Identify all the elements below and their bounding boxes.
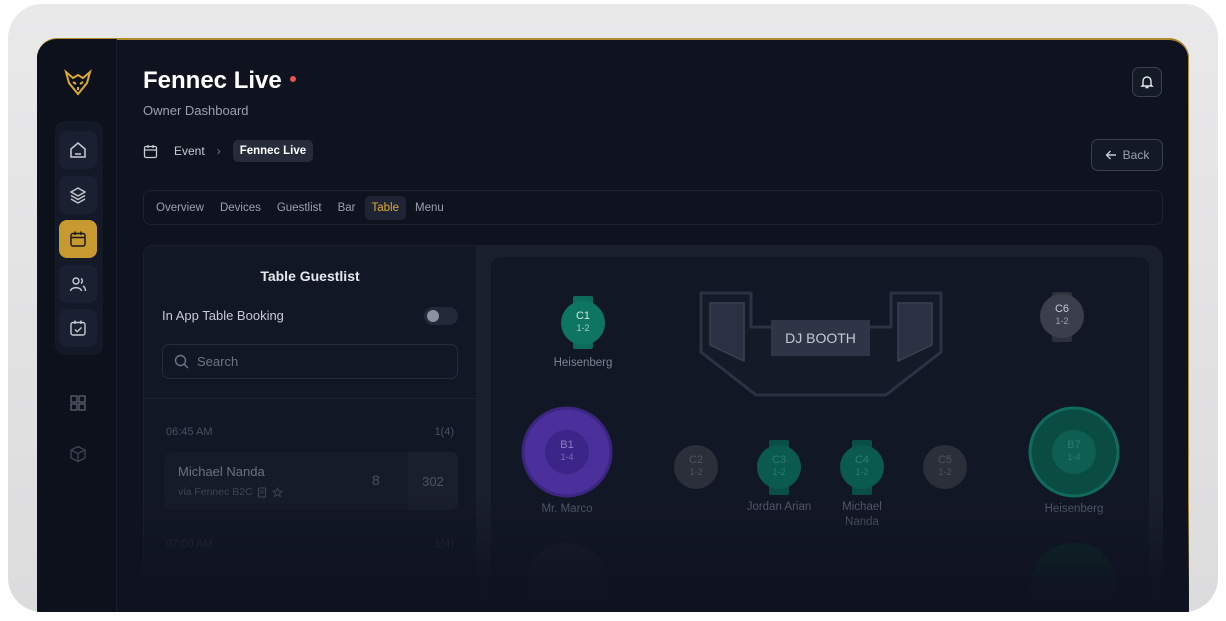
group-time: 07:00 AM <box>166 538 213 550</box>
users-icon <box>69 277 87 292</box>
page-subtitle: Owner Dashboard <box>143 103 249 118</box>
sidebar-item-events[interactable] <box>59 220 97 258</box>
group-time: 06:45 AM <box>166 426 213 438</box>
sidebar-item-users[interactable] <box>59 265 97 303</box>
back-label: Back <box>1122 148 1150 162</box>
guest-table-number: 302 <box>408 452 458 510</box>
table-id: C1 <box>575 310 591 322</box>
table-capacity: 1-2 <box>1055 316 1069 326</box>
back-button[interactable]: Back <box>1091 139 1163 171</box>
tab-table[interactable]: Table <box>364 195 406 220</box>
calendar-icon <box>70 231 86 247</box>
tab-devices[interactable]: Devices <box>213 196 268 220</box>
fennec-logo-icon <box>64 69 92 96</box>
time-group-header: 06:45 AM 1(4) <box>166 426 454 438</box>
table-partial <box>1030 543 1118 602</box>
live-indicator <box>289 75 296 82</box>
dj-booth-label: DJ BOOTH <box>785 330 856 346</box>
search-field[interactable]: Search <box>162 344 458 379</box>
table-partial <box>523 543 611 602</box>
table-guest: Heisenberg <box>553 357 613 369</box>
time-group-header: 07:00 AM 1(4) <box>166 538 454 550</box>
calendar-check-icon <box>70 320 86 336</box>
table-id: C6 <box>1054 303 1070 315</box>
chevron-right-icon: › <box>216 144 221 158</box>
page-title-text: Fennec Live <box>143 67 282 94</box>
table-guest: Michael Nanda <box>842 501 882 528</box>
group-count: 1(4) <box>434 426 454 438</box>
page-title: Fennec Live <box>143 67 296 95</box>
calendar-icon <box>143 144 158 158</box>
guest-count: 8 <box>372 472 380 488</box>
table-id: B1 <box>560 439 574 451</box>
search-icon <box>174 354 189 369</box>
layers-icon <box>69 187 87 204</box>
table-guest: Jordan Arian <box>746 501 812 513</box>
table-id: C4 <box>854 454 870 466</box>
cube-icon <box>70 445 86 463</box>
search-placeholder: Search <box>197 354 239 369</box>
arrow-left-icon <box>1105 150 1116 160</box>
breadcrumb-event[interactable]: Event <box>174 144 205 158</box>
table-id: C3 <box>771 454 787 466</box>
table-capacity: 1-4 <box>560 452 574 462</box>
table-id: C2 <box>688 454 704 466</box>
grid-icon <box>70 395 86 411</box>
floor-plan: DJ BOOTH C1 1-2 Heisenberg C6 1-2 B1 1-4… <box>491 257 1149 602</box>
app-window: Fennec Live Owner Dashboard Event › Fenn… <box>37 38 1189 612</box>
sidebar-nav-group <box>55 121 103 355</box>
tab-menu[interactable]: Menu <box>408 196 451 220</box>
table-guest: Mr. Marco <box>541 503 593 515</box>
table-guestlist-panel: Table Guestlist In App Table Booking Sea… <box>143 245 477 605</box>
star-icon[interactable] <box>271 486 283 498</box>
table-capacity: 1-2 <box>772 467 786 477</box>
breadcrumb-current[interactable]: Fennec Live <box>232 140 314 162</box>
sidebar-item-layers[interactable] <box>59 176 97 214</box>
table-capacity: 1-2 <box>938 467 952 477</box>
divider <box>144 398 476 399</box>
sidebar <box>37 39 117 612</box>
sidebar-item-apps[interactable] <box>59 384 97 422</box>
table-id: C5 <box>937 454 953 466</box>
guest-name: Michael Nanda <box>178 464 265 479</box>
table-capacity: 1-2 <box>576 323 590 333</box>
group-count: 1(4) <box>434 538 454 550</box>
toggle-knob <box>427 310 439 322</box>
sidebar-item-tasks[interactable] <box>59 309 97 347</box>
guest-row[interactable]: Michael Nanda via Fennec B2C 8 302 <box>164 452 458 510</box>
tab-bar[interactable]: Bar <box>331 196 363 220</box>
guest-source: via Fennec B2C <box>178 486 283 498</box>
in-app-booking-label: In App Table Booking <box>162 308 284 323</box>
sidebar-item-products[interactable] <box>59 435 97 473</box>
bell-icon <box>1140 76 1154 89</box>
sidebar-item-home[interactable] <box>59 131 97 169</box>
panel-title: Table Guestlist <box>260 268 360 284</box>
table-capacity: 1-2 <box>689 467 703 477</box>
note-icon[interactable] <box>257 486 268 498</box>
home-icon <box>70 142 86 158</box>
floor-plan-panel: DJ BOOTH C1 1-2 Heisenberg C6 1-2 B1 1-4… <box>477 245 1163 605</box>
main-content: Fennec Live Owner Dashboard Event › Fenn… <box>117 39 1189 612</box>
table-guest: Heisenberg <box>1044 503 1104 515</box>
breadcrumb: Event › Fennec Live <box>143 139 314 163</box>
device-frame: Fennec Live Owner Dashboard Event › Fenn… <box>8 4 1218 612</box>
notifications-button[interactable] <box>1132 67 1162 97</box>
table-capacity: 1-2 <box>855 467 869 477</box>
in-app-booking-toggle[interactable] <box>424 307 458 325</box>
table-capacity: 1-4 <box>1067 452 1081 462</box>
tab-overview[interactable]: Overview <box>149 196 211 220</box>
guest-via-text: via Fennec B2C <box>178 486 253 498</box>
table-id: B7 <box>1067 439 1081 451</box>
tab-guestlist[interactable]: Guestlist <box>270 196 329 220</box>
event-tabs: Overview Devices Guestlist Bar Table Men… <box>143 190 1163 225</box>
